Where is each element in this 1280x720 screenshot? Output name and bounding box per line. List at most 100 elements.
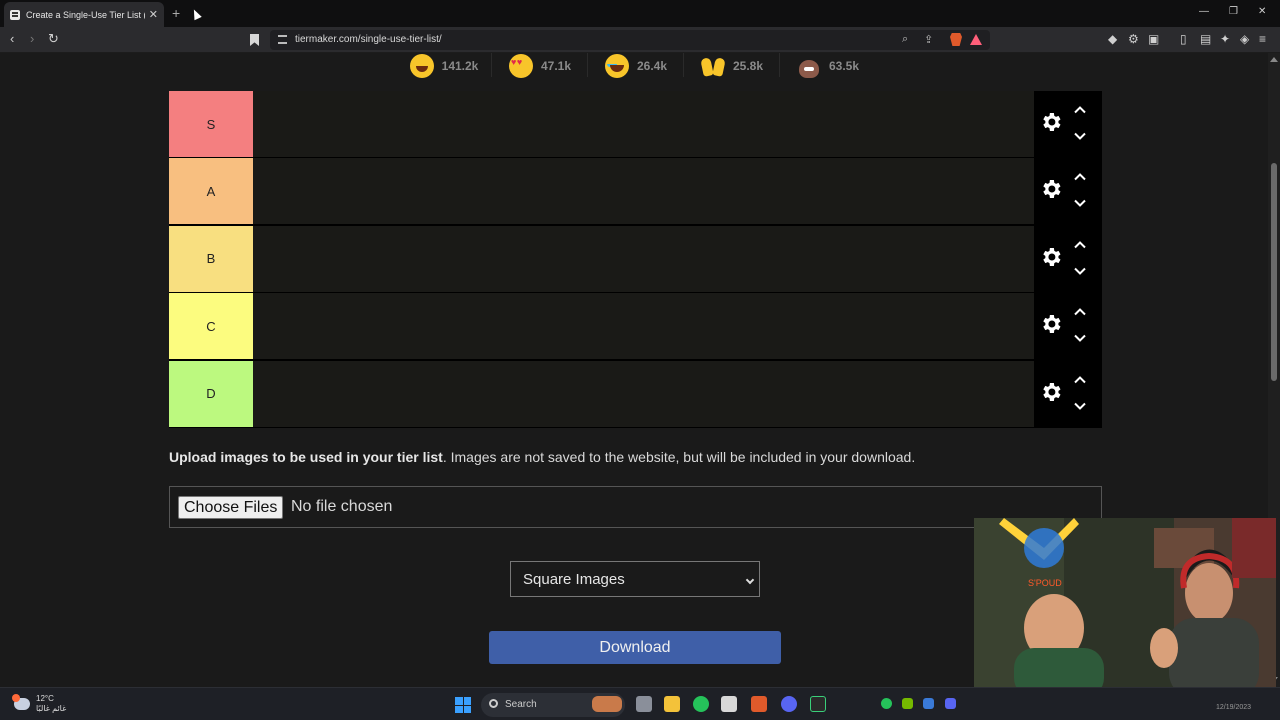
scroll-up-icon[interactable]	[1270, 57, 1278, 62]
chevron-up-icon[interactable]	[1074, 373, 1086, 385]
reaction-count: 47.1k	[540, 59, 572, 73]
reaction-raised-hands[interactable]: 25.8k	[684, 53, 780, 79]
chevron-down-icon[interactable]	[1074, 399, 1086, 411]
poop-icon	[797, 54, 821, 78]
tiermaker-favicon-icon	[10, 9, 20, 20]
choose-files-button[interactable]: Choose Files	[178, 496, 284, 519]
tier-row: B	[169, 225, 1102, 293]
whatsapp-tray-icon[interactable]	[881, 698, 892, 709]
reaction-laughing[interactable]: 26.4k	[588, 53, 684, 79]
forward-button[interactable]: ›	[30, 31, 34, 46]
tier-drop-zone[interactable]	[253, 91, 1034, 157]
tab-close-icon[interactable]: ✕	[149, 8, 158, 21]
nvidia-tray-icon[interactable]	[902, 698, 913, 709]
chevron-up-icon[interactable]	[1074, 238, 1086, 250]
tier-drop-zone[interactable]	[253, 360, 1034, 427]
windows-taskbar: 12°C غائم غالبًا Search 12/19/2023	[0, 687, 1280, 720]
back-button[interactable]: ‹	[10, 31, 14, 46]
clock-date: 12/19/2023	[1216, 704, 1252, 711]
weather-text: 12°C غائم غالبًا	[36, 694, 66, 714]
browser-tab-bar: Create a Single-Use Tier List (Pri... ✕ …	[0, 0, 1280, 27]
reaction-grinning[interactable]: 141.2k	[396, 53, 492, 79]
restore-button[interactable]: ❐	[1229, 6, 1238, 17]
terminal-icon[interactable]	[810, 696, 826, 712]
vpn-icon[interactable]: ◈	[1240, 32, 1249, 46]
discord-tray-icon[interactable]	[945, 698, 956, 709]
address-bar[interactable]: tiermaker.com/single-use-tier-list/ ⌕ ⇪	[270, 30, 990, 50]
tier-drop-zone[interactable]	[253, 158, 1034, 225]
gear-icon[interactable]	[1039, 380, 1063, 404]
weather-widget[interactable]: 12°C غائم غالبًا	[12, 694, 66, 714]
tier-label[interactable]: D	[169, 360, 253, 427]
reload-button[interactable]: ↻	[48, 31, 59, 47]
tier-label[interactable]: B	[169, 225, 253, 292]
reaction-count: 141.2k	[441, 59, 479, 73]
tier-row: D	[169, 360, 1102, 428]
search-icon	[489, 699, 498, 708]
reaction-heart-eyes[interactable]: 47.1k	[492, 53, 588, 79]
tier-drop-zone[interactable]	[253, 293, 1034, 360]
tier-row: S	[169, 91, 1102, 158]
image-shape-select[interactable]: Square Images	[510, 561, 760, 597]
image-shape-selected: Square Images	[523, 571, 625, 588]
gear-icon[interactable]	[1039, 312, 1063, 336]
chevron-down-icon	[745, 575, 755, 585]
taskbar-search-label: Search	[505, 699, 537, 710]
app-tray-icon[interactable]	[923, 698, 934, 709]
browser-tab[interactable]: Create a Single-Use Tier List (Pri... ✕	[4, 2, 164, 27]
file-upload-box[interactable]: Choose Files No file chosen	[169, 486, 1102, 528]
weather-desc: غائم غالبًا	[36, 704, 67, 713]
reaction-count: 25.8k	[732, 59, 764, 73]
menu-icon[interactable]: ≡	[1259, 32, 1266, 46]
reaction-count: 63.5k	[828, 59, 860, 73]
site-settings-icon[interactable]	[278, 35, 287, 44]
bookmark-icon[interactable]	[250, 34, 259, 46]
scroll-thumb[interactable]	[1271, 163, 1277, 381]
chevron-down-icon[interactable]	[1074, 196, 1086, 208]
minimize-button[interactable]: —	[1199, 6, 1209, 17]
raised-hands-icon	[701, 54, 725, 78]
reaction-poop[interactable]: 63.5k	[780, 53, 876, 79]
heart-eyes-face-icon	[508, 54, 533, 78]
whatsapp-icon[interactable]	[693, 696, 709, 712]
puzzle-extensions-icon[interactable]: ⚙	[1128, 32, 1139, 46]
windows-start-icon[interactable]	[455, 697, 471, 713]
upload-instructions-bold: Upload images to be used in your tier li…	[169, 449, 443, 465]
zoom-icon[interactable]: ⌕	[902, 33, 908, 46]
brave-shields-icon[interactable]	[950, 33, 962, 46]
svg-text:S'POUD: S'POUD	[1028, 578, 1062, 588]
url-text[interactable]: tiermaker.com/single-use-tier-list/	[295, 34, 442, 45]
tier-label[interactable]: C	[169, 293, 253, 360]
leo-ai-icon[interactable]: ✦	[1220, 32, 1230, 46]
share-icon[interactable]: ⇪	[924, 33, 933, 46]
extension-icon[interactable]: ◆	[1108, 32, 1117, 46]
file-explorer-icon[interactable]	[664, 696, 680, 712]
wallet-icon[interactable]: ▤	[1200, 32, 1211, 46]
tier-list-table: SABCD	[169, 91, 1102, 428]
chevron-up-icon[interactable]	[1074, 103, 1086, 115]
chevron-down-icon[interactable]	[1074, 264, 1086, 276]
sidebar-icon[interactable]: ▯	[1180, 32, 1187, 46]
close-window-button[interactable]: ✕	[1258, 6, 1266, 17]
task-view-icon[interactable]	[636, 696, 652, 712]
screenshot-icon[interactable]: ▣	[1148, 32, 1159, 46]
tier-drop-zone[interactable]	[253, 225, 1034, 292]
discord-icon[interactable]	[781, 696, 797, 712]
tier-label[interactable]: S	[169, 91, 253, 157]
search-highlight-icon	[592, 696, 622, 712]
snipping-tool-icon[interactable]	[721, 696, 737, 712]
chevron-down-icon[interactable]	[1074, 331, 1086, 343]
chevron-up-icon[interactable]	[1074, 170, 1086, 182]
tier-controls	[1034, 293, 1102, 360]
brave-rewards-icon[interactable]	[970, 34, 982, 45]
tier-label[interactable]: A	[169, 158, 253, 225]
chevron-up-icon[interactable]	[1074, 305, 1086, 317]
chevron-down-icon[interactable]	[1074, 129, 1086, 141]
gear-icon[interactable]	[1039, 245, 1063, 269]
new-tab-button[interactable]: +	[172, 5, 180, 21]
reaction-count: 26.4k	[636, 59, 668, 73]
download-button[interactable]: Download	[489, 631, 781, 664]
brave-browser-icon[interactable]	[751, 696, 767, 712]
gear-icon[interactable]	[1039, 110, 1063, 134]
gear-icon[interactable]	[1039, 177, 1063, 201]
